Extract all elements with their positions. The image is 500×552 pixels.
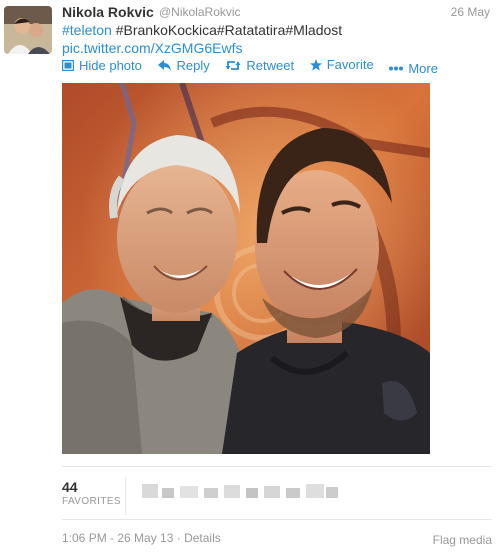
tweet-photo[interactable] <box>62 83 430 454</box>
tweet-text: #teleton #BrankoKockica#Ratatatira#Mlado… <box>62 21 482 57</box>
meta-separator: · <box>173 531 185 545</box>
more-button[interactable]: More <box>389 61 438 76</box>
stats-divider <box>125 477 126 515</box>
retweet-label: Retweet <box>246 57 295 73</box>
avatar[interactable] <box>4 6 52 54</box>
favorites-label[interactable]: FAVORITES <box>62 496 121 507</box>
media-link[interactable]: pic.twitter.com/XzGMG6Ewfs <box>62 39 482 57</box>
photo-icon <box>62 59 74 71</box>
retweet-icon <box>225 60 241 70</box>
favorite-button[interactable]: Favorite <box>309 57 374 72</box>
reply-button[interactable]: Reply <box>157 57 210 73</box>
author-name[interactable]: Nikola Rokvic <box>62 4 154 20</box>
more-label: More <box>408 60 438 76</box>
tweet-text-line: #teleton #BrankoKockica#Ratatatira#Mlado… <box>62 21 482 39</box>
divider <box>62 466 492 467</box>
tweet-actions: Hide photo Reply Retweet Favorite More <box>62 57 450 76</box>
favorites-count[interactable]: 44 <box>62 479 78 495</box>
star-icon <box>309 58 322 71</box>
hide-photo-label: Hide photo <box>79 57 142 73</box>
tweet-date[interactable]: 26 May <box>451 5 490 19</box>
divider <box>62 519 492 520</box>
retweet-button[interactable]: Retweet <box>225 58 294 73</box>
author-handle[interactable]: @NikolaRokvic <box>159 5 241 19</box>
flag-media-link[interactable]: Flag media <box>433 533 492 547</box>
tweet-card: Nikola Rokvic @NikolaRokvic 26 May #tele… <box>0 0 500 552</box>
timestamp[interactable]: 1:06 PM - 26 May 13 <box>62 531 173 545</box>
favoriters-avatars <box>140 478 340 508</box>
ellipsis-icon <box>389 66 404 70</box>
tweet-meta: 1:06 PM - 26 May 13 · Details <box>62 531 221 545</box>
reply-arrow-icon <box>157 59 171 71</box>
hide-photo-button[interactable]: Hide photo <box>62 58 142 73</box>
hashtag-link[interactable]: #teleton <box>62 22 112 38</box>
reply-label: Reply <box>176 57 210 73</box>
hashtag-text: #BrankoKockica#Ratatatira#Mladost <box>111 22 343 38</box>
favorite-label: Favorite <box>326 57 374 72</box>
details-link[interactable]: Details <box>184 531 221 545</box>
